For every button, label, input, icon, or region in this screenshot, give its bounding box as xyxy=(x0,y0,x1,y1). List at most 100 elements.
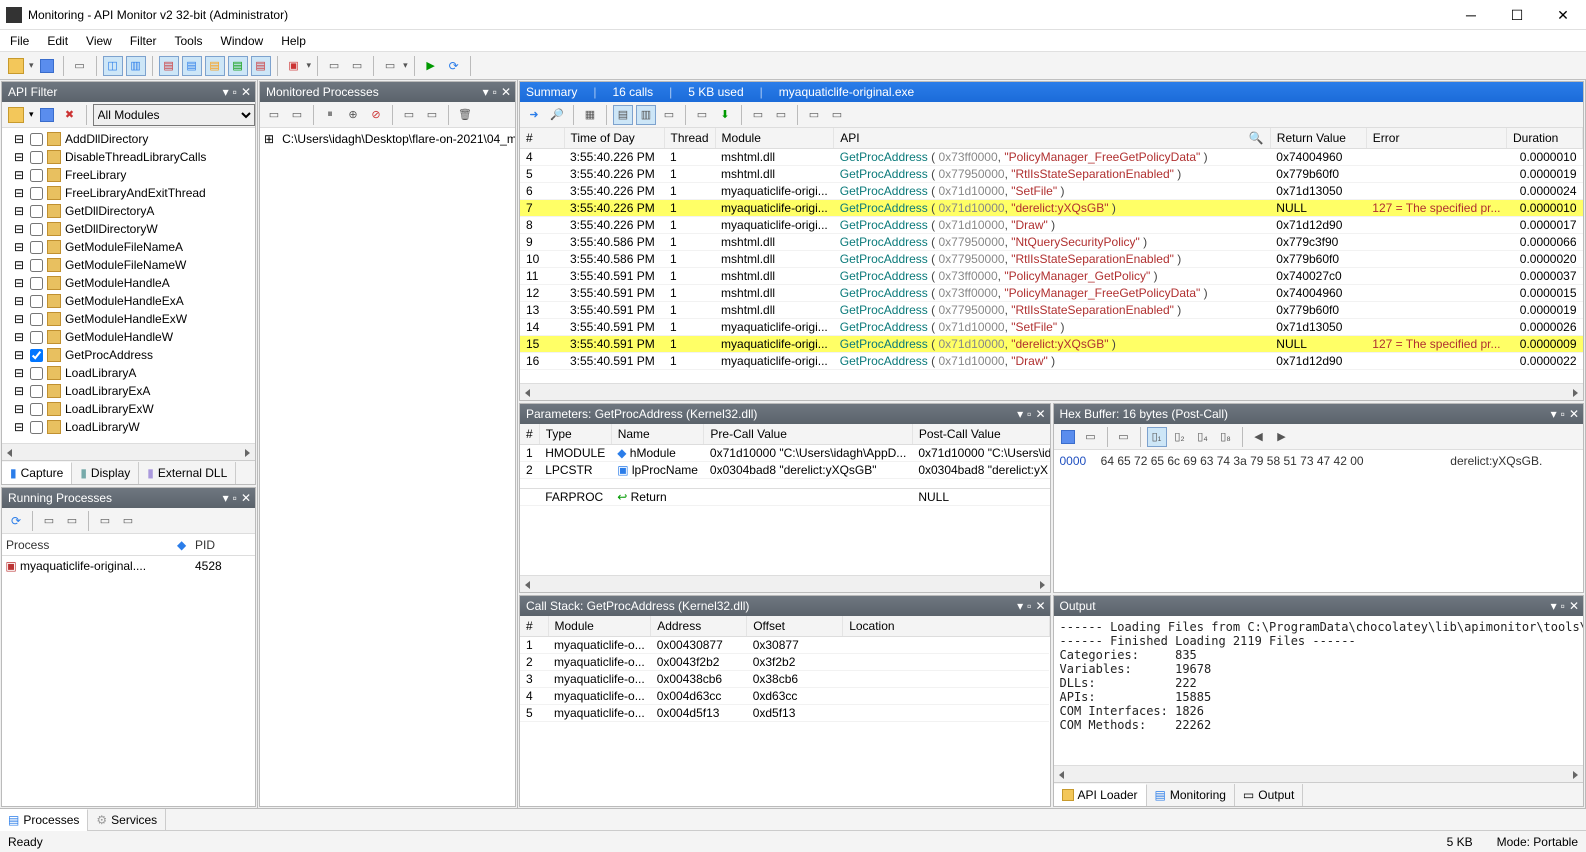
filter-checkbox[interactable] xyxy=(30,241,43,254)
api-filter-item[interactable]: ⊟FreeLibraryAndExitThread xyxy=(6,184,251,202)
summary-row[interactable]: 14 3:55:40.591 PM 1 myaquaticlife-origi.… xyxy=(520,319,1583,336)
param-return-row[interactable]: FARPROC ↩ Return NULL xyxy=(520,489,1050,506)
filter-checkbox[interactable] xyxy=(30,349,43,362)
maximize-button[interactable]: ☐ xyxy=(1494,0,1540,30)
filter-checkbox[interactable] xyxy=(30,385,43,398)
summary-row[interactable]: 11 3:55:40.591 PM 1 mshtml.dll GetProcAd… xyxy=(520,268,1583,285)
menu-tools[interactable]: Tools xyxy=(175,34,203,48)
tb-window-2[interactable]: ▭ xyxy=(347,56,367,76)
callstack-row[interactable]: 4myaquaticlife-o...0x004d63cc0xd63cc xyxy=(520,688,1049,705)
summary-row[interactable]: 5 3:55:40.226 PM 1 mshtml.dll GetProcAdd… xyxy=(520,166,1583,183)
filter-checkbox[interactable] xyxy=(30,331,43,344)
summary-row[interactable]: 13 3:55:40.591 PM 1 mshtml.dll GetProcAd… xyxy=(520,302,1583,319)
close-button[interactable]: ✕ xyxy=(1540,0,1586,30)
filter-clear-icon[interactable]: ✖ xyxy=(60,105,80,125)
filter-checkbox[interactable] xyxy=(30,205,43,218)
tb-panel-4[interactable]: ▤ xyxy=(228,56,248,76)
api-filter-item[interactable]: ⊟GetProcAddress xyxy=(6,346,251,364)
mon-tb-pause[interactable]: ⏸ xyxy=(320,105,340,125)
callstack-row[interactable]: 3myaquaticlife-o...0x00438cb60x38cb6 xyxy=(520,671,1049,688)
sum-tb-bp3[interactable]: ▭ xyxy=(804,105,824,125)
sum-tb-clip[interactable]: ▭ xyxy=(692,105,712,125)
proc-tb-3[interactable]: ▭ xyxy=(95,511,115,531)
callstack-row[interactable]: 5myaquaticlife-o...0x004d5f130xd5f13 xyxy=(520,705,1049,722)
summary-row[interactable]: 8 3:55:40.226 PM 1 myaquaticlife-origi..… xyxy=(520,217,1583,234)
filter-checkbox[interactable] xyxy=(30,295,43,308)
proc-tb-4[interactable]: ▭ xyxy=(118,511,138,531)
api-filter-item[interactable]: ⊟LoadLibraryExW xyxy=(6,400,251,418)
col-time[interactable]: Time of Day xyxy=(564,128,664,149)
summary-row[interactable]: 9 3:55:40.586 PM 1 mshtml.dll GetProcAdd… xyxy=(520,234,1583,251)
modules-combo[interactable]: All Modules xyxy=(93,104,255,126)
tb-clear-icon[interactable]: ▭ xyxy=(380,56,400,76)
filter-checkbox[interactable] xyxy=(30,187,43,200)
tab-monitoring[interactable]: ▤Monitoring xyxy=(1147,784,1235,806)
tb-panel-5[interactable]: ▤ xyxy=(251,56,271,76)
hex-prev-icon[interactable]: ◀ xyxy=(1249,427,1269,447)
scrollbar[interactable] xyxy=(2,443,255,460)
api-filter-item[interactable]: ⊟GetModuleHandleA xyxy=(6,274,251,292)
tb-btn-1[interactable]: ▭ xyxy=(70,56,90,76)
menu-help[interactable]: Help xyxy=(281,34,306,48)
hex-save-icon[interactable] xyxy=(1058,427,1078,447)
sum-tb-bp1[interactable]: ▭ xyxy=(748,105,768,125)
pane-pin-icon[interactable]: ▾ xyxy=(223,85,229,99)
mon-tb-5[interactable]: ▭ xyxy=(399,105,419,125)
api-filter-item[interactable]: ⊟FreeLibrary xyxy=(6,166,251,184)
param-row[interactable]: 1 HMODULE ◆ hModule 0x71d10000 "C:\Users… xyxy=(520,445,1050,462)
tb-layout-2[interactable]: ▥ xyxy=(126,56,146,76)
api-filter-item[interactable]: ⊟AddDllDirectory xyxy=(6,130,251,148)
mon-tb-close[interactable]: ⊘ xyxy=(366,105,386,125)
hex-tb-1[interactable]: ▭ xyxy=(1114,427,1134,447)
mon-tb-target[interactable]: ⊕ xyxy=(343,105,363,125)
search-icon[interactable] xyxy=(1249,131,1264,145)
mon-tb-6[interactable]: ▭ xyxy=(422,105,442,125)
col-error[interactable]: Error xyxy=(1366,128,1506,149)
open-icon[interactable] xyxy=(6,56,26,76)
sum-tb-tree1[interactable]: ▤ xyxy=(613,105,633,125)
api-filter-item[interactable]: ⊟LoadLibraryExA xyxy=(6,382,251,400)
mon-tb-1[interactable]: ▭ xyxy=(264,105,284,125)
mon-tb-2[interactable]: ▭ xyxy=(287,105,307,125)
filter-checkbox[interactable] xyxy=(30,223,43,236)
param-row[interactable]: 2 LPCSTR ▣ lpProcName 0x0304bad8 "dereli… xyxy=(520,462,1050,479)
api-filter-item[interactable]: ⊟GetModuleFileNameA xyxy=(6,238,251,256)
sum-tb-bp4[interactable]: ▭ xyxy=(827,105,847,125)
hex-width-8[interactable]: ▯₈ xyxy=(1216,427,1236,447)
sum-tb-bp2[interactable]: ▭ xyxy=(771,105,791,125)
api-filter-item[interactable]: ⊟GetModuleHandleExA xyxy=(6,292,251,310)
sum-tb-tree2[interactable]: ▥ xyxy=(636,105,656,125)
api-filter-item[interactable]: ⊟DisableThreadLibraryCalls xyxy=(6,148,251,166)
summary-row[interactable]: 6 3:55:40.226 PM 1 myaquaticlife-origi..… xyxy=(520,183,1583,200)
tb-window-1[interactable]: ▭ xyxy=(324,56,344,76)
tab-apiloader[interactable]: API Loader xyxy=(1054,784,1147,806)
col-pid[interactable]: PID xyxy=(195,538,255,552)
menu-view[interactable]: View xyxy=(86,34,112,48)
col-api[interactable]: API xyxy=(834,128,1271,149)
callstack-row[interactable]: 2myaquaticlife-o...0x0043f2b20x3f2b2 xyxy=(520,654,1049,671)
scrollbar[interactable] xyxy=(520,383,1583,400)
pane-close-icon[interactable]: ✕ xyxy=(241,85,251,99)
filter-save-icon[interactable] xyxy=(37,105,57,125)
summary-row[interactable]: 7 3:55:40.226 PM 1 myaquaticlife-origi..… xyxy=(520,200,1583,217)
tab-services[interactable]: ⚙Services xyxy=(88,809,166,831)
sum-tb-find[interactable]: 🔎 xyxy=(547,105,567,125)
proc-tb-1[interactable]: ▭ xyxy=(39,511,59,531)
tab-external[interactable]: ▮External DLL xyxy=(139,462,236,484)
scrollbar[interactable] xyxy=(1054,765,1584,782)
process-row[interactable]: ▣ myaquaticlife-original.... 4528 xyxy=(2,556,255,576)
filter-checkbox[interactable] xyxy=(30,277,43,290)
sum-tb-arrow[interactable]: ➜ xyxy=(524,105,544,125)
scrollbar[interactable] xyxy=(520,575,1050,592)
filter-checkbox[interactable] xyxy=(30,259,43,272)
api-filter-item[interactable]: ⊟LoadLibraryW xyxy=(6,418,251,436)
col-module[interactable]: Module xyxy=(715,128,834,149)
api-filter-item[interactable]: ⊟LoadLibraryA xyxy=(6,364,251,382)
filter-checkbox[interactable] xyxy=(30,403,43,416)
tb-panel-2[interactable]: ▤ xyxy=(182,56,202,76)
menu-file[interactable]: File xyxy=(10,34,29,48)
minimize-button[interactable]: ─ xyxy=(1448,0,1494,30)
col-process[interactable]: Process xyxy=(2,538,177,552)
hex-width-2[interactable]: ▯₂ xyxy=(1170,427,1190,447)
sum-tb-colors[interactable]: ▦ xyxy=(580,105,600,125)
